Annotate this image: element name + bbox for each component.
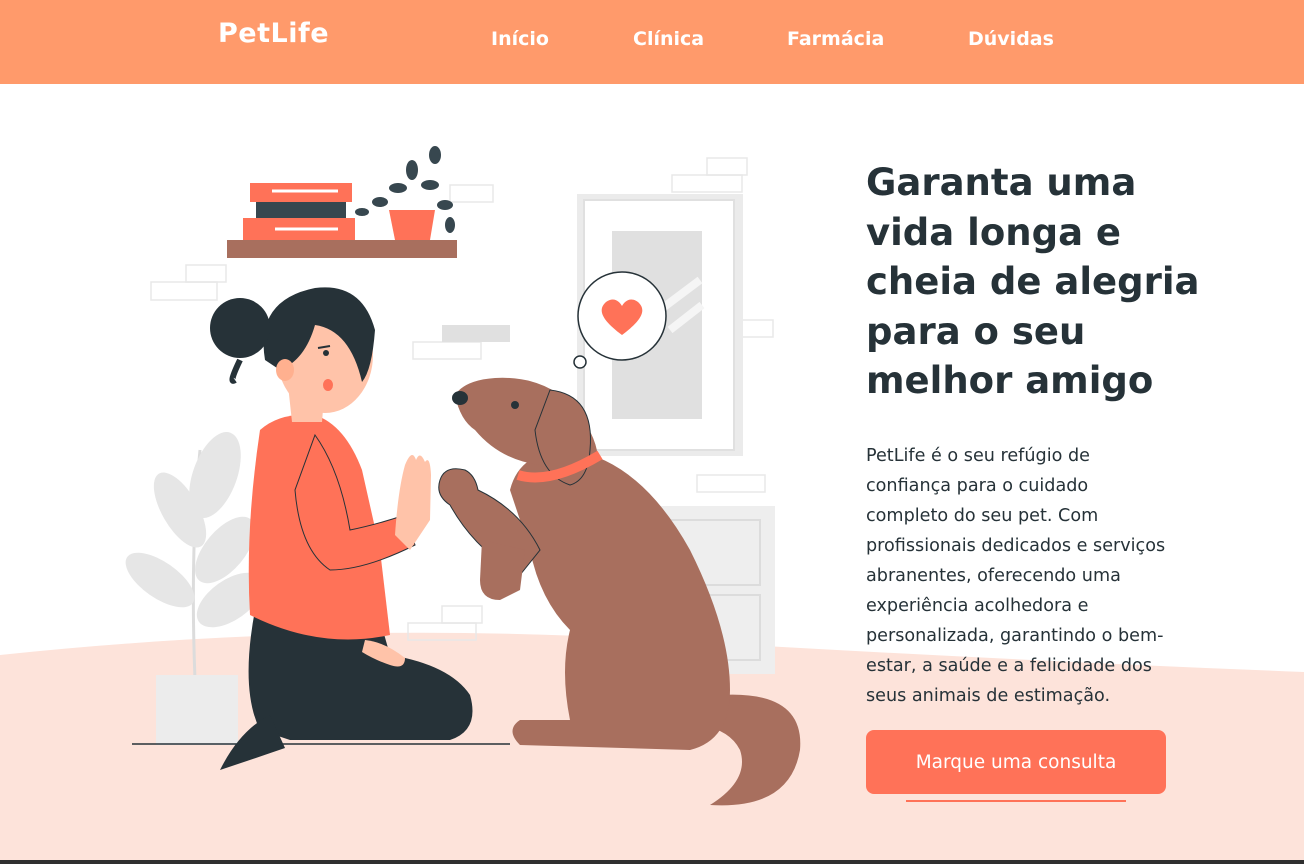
brand-logo[interactable]: PetLife xyxy=(218,18,329,49)
hero-description-line: experiência acolhedora e xyxy=(866,596,1089,616)
hero-illustration xyxy=(125,146,801,806)
wall-shelf xyxy=(227,146,457,258)
hero-description-line: PetLife é o seu refúgio de xyxy=(866,446,1090,466)
bottom-edge xyxy=(0,860,1304,864)
hero-description-line: completo do seu pet. Com xyxy=(866,506,1099,526)
hero-description-line: confiança para o cuidado xyxy=(866,476,1089,496)
nav-clinica[interactable]: Clínica xyxy=(633,28,704,50)
hero-description-line: profissionais dedicados e serviços xyxy=(866,536,1166,556)
hero-description: PetLife é o seu refúgio de confiança par… xyxy=(866,441,1216,711)
hero-title-line: para o seu xyxy=(866,309,1086,353)
hero-description-line: abranentes, oferecendo uma xyxy=(866,566,1121,586)
nav-farmacia[interactable]: Farmácia xyxy=(787,28,884,50)
hero-title-line: vida longa e xyxy=(866,210,1122,254)
hero-title-line: cheia de alegria xyxy=(866,260,1200,303)
nav-inicio[interactable]: Início xyxy=(491,28,549,50)
hero-title-line: melhor amigo xyxy=(866,359,1154,402)
cta-underline xyxy=(906,800,1126,802)
hero-description-line: personalizada, garantindo o bem- xyxy=(866,626,1164,646)
top-navbar: PetLife Início Clínica Farmácia Dúvidas xyxy=(0,0,1304,84)
book-appointment-button[interactable]: Marque uma consulta xyxy=(866,730,1166,794)
page: PetLife Início Clínica Farmácia Dúvidas xyxy=(0,0,1304,864)
hero-title-line: Garanta uma xyxy=(866,161,1137,204)
nav-duvidas[interactable]: Dúvidas xyxy=(968,28,1054,50)
hero-description-line: seus animais de estimação. xyxy=(866,686,1111,706)
hero-description-line: estar, a saúde e a felicidade dos xyxy=(866,656,1152,676)
hero-title: Garanta uma vida longa e cheia de alegri… xyxy=(866,158,1266,406)
